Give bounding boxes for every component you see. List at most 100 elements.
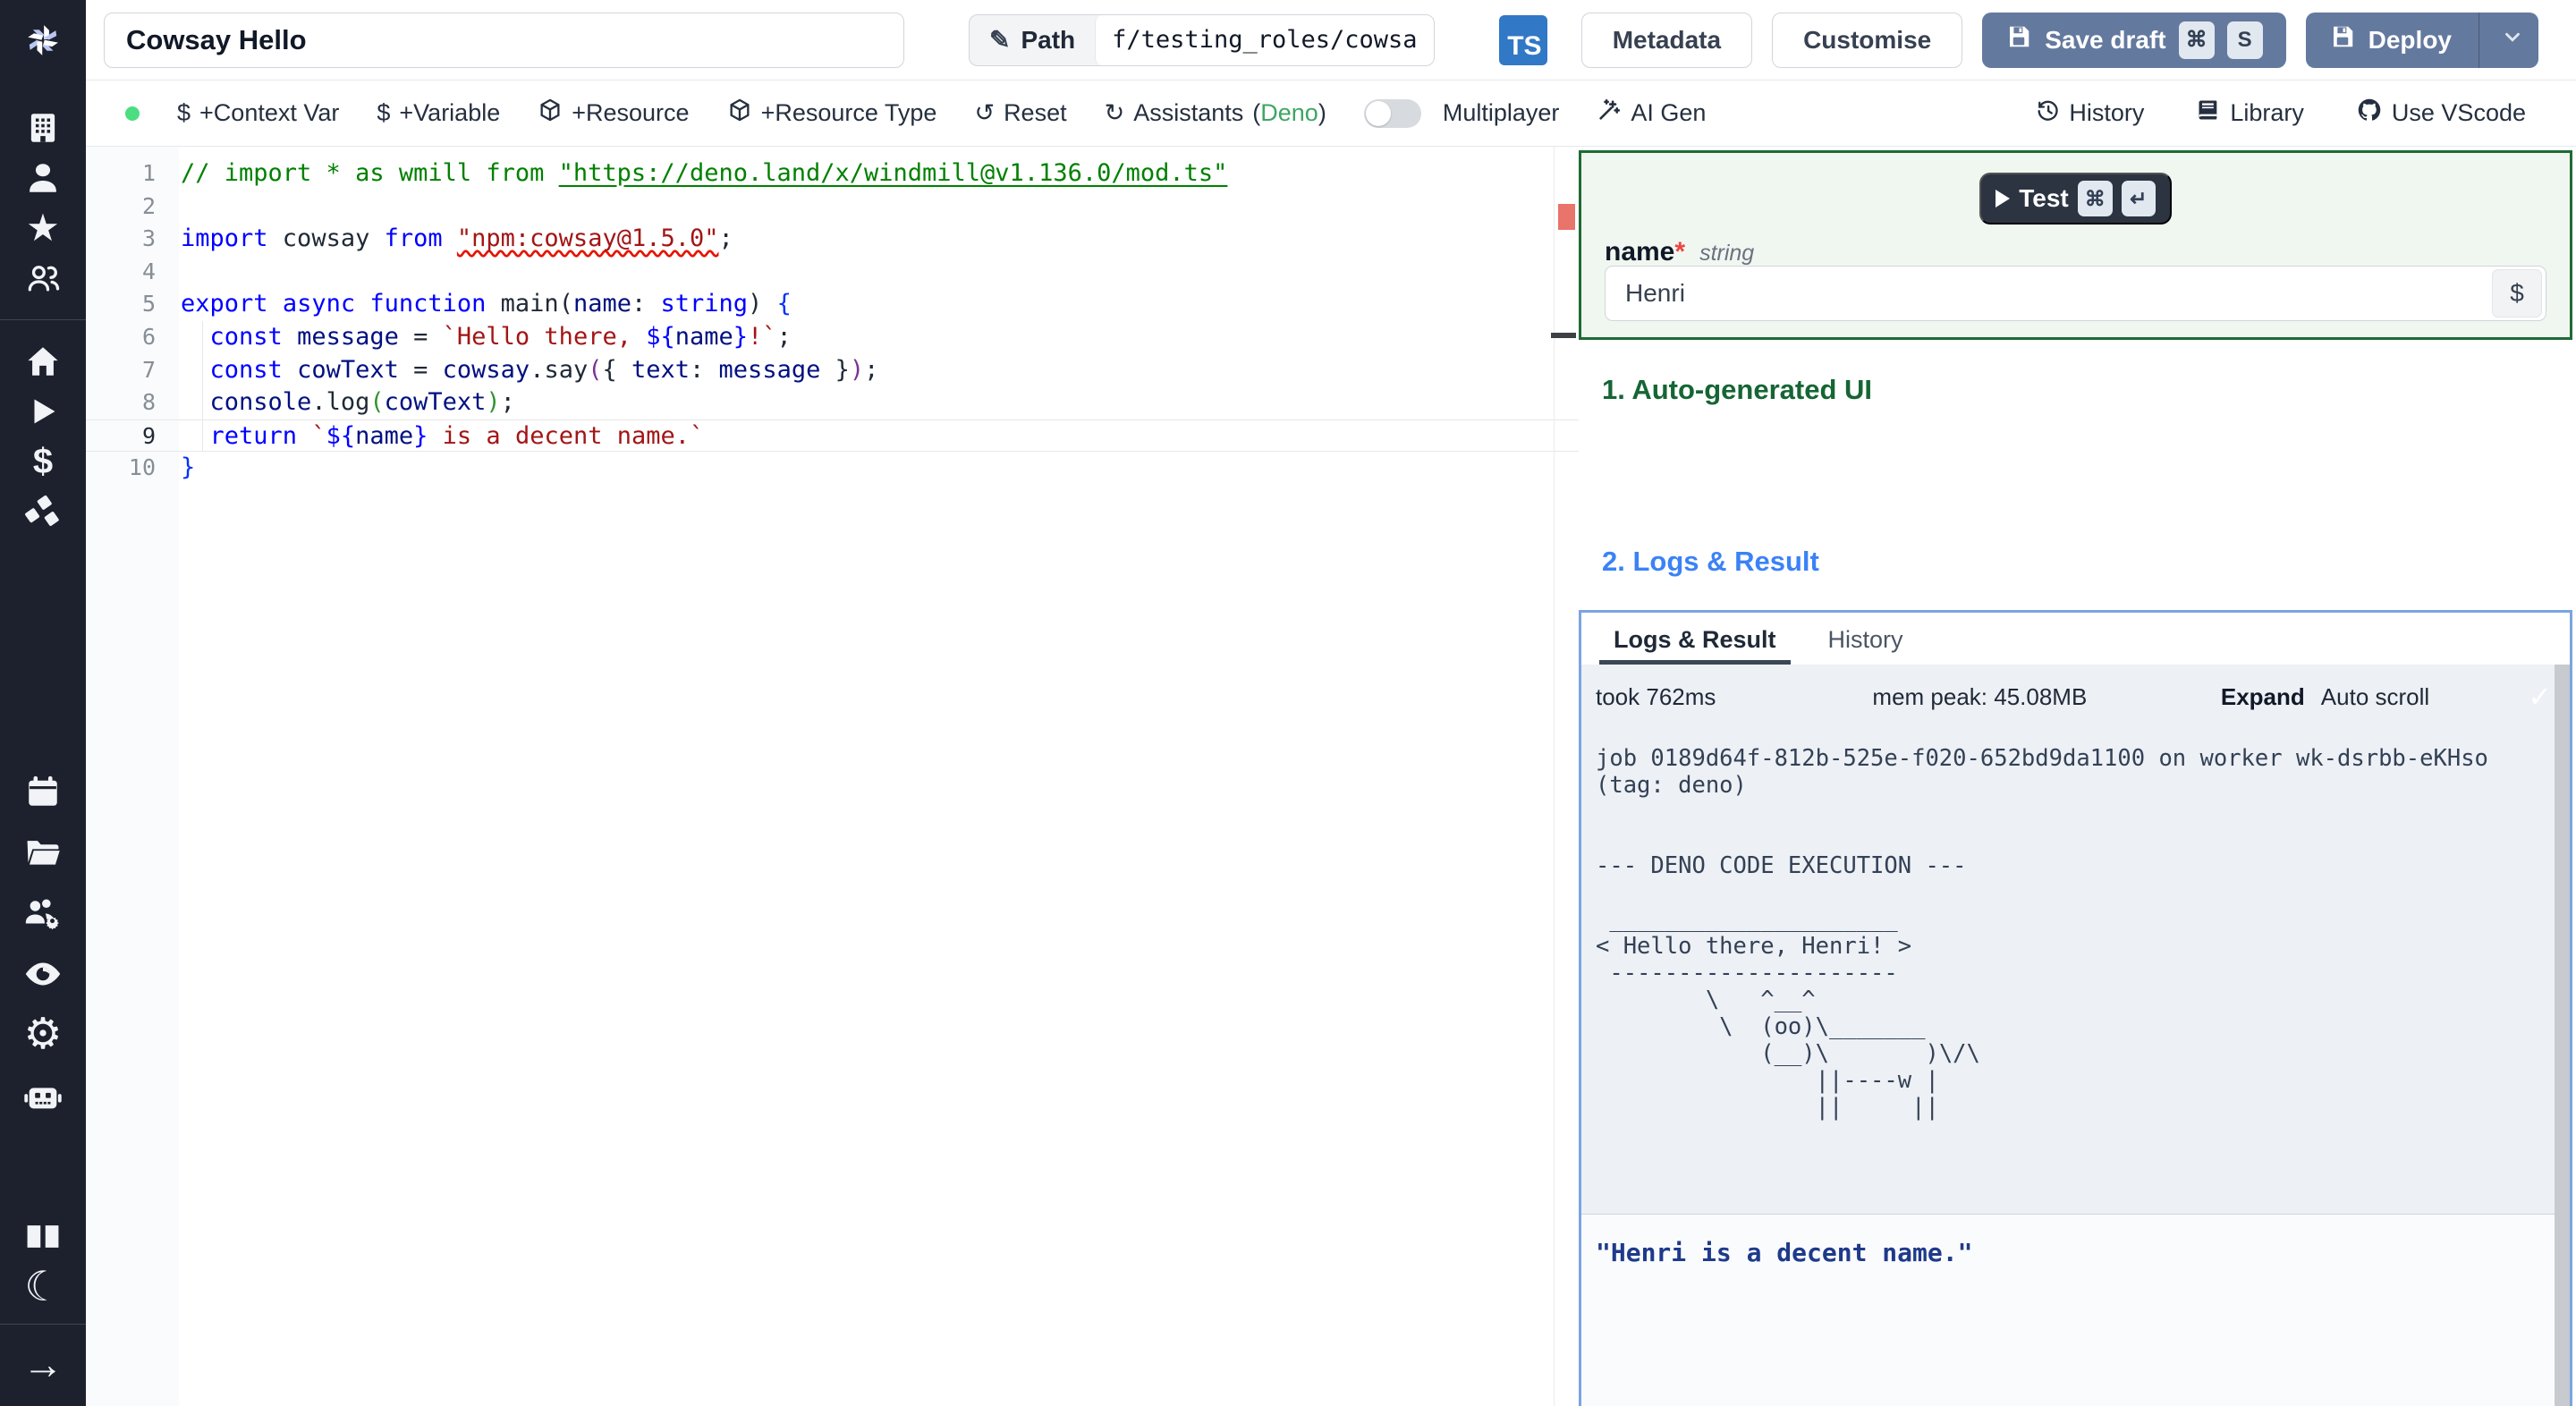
save-draft-button[interactable]: Save draft ⌘ S [1982, 12, 2286, 68]
assistants-button[interactable]: ↻ Assistants (Deno) [1105, 99, 1326, 127]
sidebar-item-folders[interactable] [0, 827, 86, 877]
add-resource-type-label: +Resource Type [760, 99, 937, 126]
multiplayer-toggle-group: Multiplayer [1363, 98, 1559, 128]
github-icon [2356, 97, 2383, 130]
add-variable-button[interactable]: $ +Variable [377, 99, 500, 127]
code-lines: 1// import * as wmill from "https://deno… [86, 157, 1579, 485]
result-area[interactable]: "Henri is a decent name." [1581, 1215, 2570, 1406]
sidebar-item-home[interactable] [0, 336, 86, 386]
sidebar: ★ $ ⚙ ☾ → [0, 0, 86, 1406]
args-form: Test ⌘ ↵ name* string $ [1579, 150, 2572, 340]
code-line[interactable]: 4 [86, 256, 1579, 289]
test-button[interactable]: Test ⌘ ↵ [1979, 173, 2172, 224]
user-icon [24, 159, 62, 197]
sidebar-divider [0, 319, 86, 320]
sidebar-item-variables[interactable]: $ [0, 436, 86, 487]
multiplayer-toggle[interactable] [1363, 98, 1421, 128]
path-button[interactable]: ✎ Path [970, 25, 1095, 55]
sidebar-item-workspace[interactable] [0, 103, 86, 153]
code-line[interactable]: 10} [86, 452, 1579, 485]
code-line[interactable]: 6 const message = `Hello there, ${name}!… [86, 321, 1579, 354]
ai-gen-label: AI Gen [1631, 99, 1707, 126]
book-icon [2196, 97, 2221, 129]
content: 1// import * as wmill from "https://deno… [86, 147, 2576, 1406]
toggle-knob [1365, 100, 1391, 126]
expand-button[interactable]: Expand [2221, 683, 2305, 711]
book-open-icon [23, 1216, 63, 1256]
sidebar-item-settings[interactable]: ⚙ [0, 1010, 86, 1060]
sidebar-item-workers[interactable] [0, 888, 86, 938]
play-icon [26, 394, 60, 428]
save-draft-label: Save draft [2045, 25, 2166, 54]
deploy-button[interactable]: Deploy [2305, 12, 2538, 68]
sidebar-item-schedules[interactable] [0, 767, 86, 817]
assistants-lang-paren: ( [1252, 99, 1261, 126]
add-context-var-button[interactable]: $ +Context Var [177, 99, 339, 127]
reset-button[interactable]: ↺ Reset [974, 99, 1066, 127]
use-vscode-button[interactable]: Use VScode [2356, 97, 2526, 130]
assistants-lang: Deno [1260, 99, 1318, 126]
result-text: "Henri is a decent name." [1596, 1238, 1973, 1267]
tab-logs-result[interactable]: Logs & Result [1599, 626, 1791, 665]
code-line[interactable]: 7 const cowText = cowsay.say({ text: mes… [86, 354, 1579, 387]
eye-icon [22, 953, 64, 995]
name-field-input[interactable] [1606, 279, 2492, 308]
library-button[interactable]: Library [2196, 97, 2304, 129]
s-key: S [2226, 21, 2263, 59]
code-editor[interactable]: 1// import * as wmill from "https://deno… [86, 147, 1579, 1406]
code-line[interactable]: 8 console.log(cowText); [86, 386, 1579, 419]
sidebar-item-theme-toggle[interactable]: ☾ [0, 1261, 86, 1311]
history-button[interactable]: History [2035, 97, 2144, 129]
path-value-input[interactable]: f/testing_roles/cowsa [1095, 14, 1434, 65]
test-label: Test [2019, 184, 2069, 212]
sidebar-expand-button[interactable]: → [0, 1339, 86, 1389]
sidebar-item-ai[interactable] [0, 1071, 86, 1121]
panel-scrollbar[interactable] [2555, 665, 2570, 1406]
customise-button[interactable]: Customise [1772, 12, 1963, 68]
sidebar-item-resources[interactable] [0, 487, 86, 537]
moon-icon: ☾ [24, 1263, 62, 1309]
windmill-logo[interactable] [0, 0, 86, 80]
dollar-icon: $ [177, 99, 191, 126]
code-line[interactable]: 3 import cowsay from "npm:cowsay@1.5.0"; [86, 223, 1579, 256]
metadata-button[interactable]: Metadata [1580, 12, 1753, 68]
log-output[interactable]: job 0189d64f-812b-525e-f020-652bd9da1100… [1596, 745, 2543, 1214]
code-line[interactable]: 9 return `${name} is a decent name.` [86, 419, 1579, 453]
logs-result-panel: Logs & Result History took 762ms mem pea… [1579, 610, 2572, 1406]
robot-icon [22, 1075, 64, 1116]
sidebar-divider [0, 1324, 86, 1325]
building-icon [24, 109, 62, 147]
sidebar-item-user[interactable] [0, 153, 86, 203]
sidebar-item-audit-logs[interactable] [0, 949, 86, 999]
add-resource-button[interactable]: +Resource [538, 97, 690, 129]
add-context-var-label: +Context Var [199, 99, 340, 126]
path-label: Path [1021, 25, 1076, 54]
deploy-label: Deploy [2368, 25, 2452, 54]
users-icon [23, 258, 63, 298]
code-line[interactable]: 2 [86, 191, 1579, 224]
add-resource-label: +Resource [572, 99, 690, 126]
status-dot [125, 106, 140, 121]
play-icon [1996, 190, 2011, 208]
code-line[interactable]: 1// import * as wmill from "https://deno… [86, 157, 1579, 191]
ai-gen-button[interactable]: AI Gen [1597, 97, 1706, 129]
sidebar-item-runs[interactable] [0, 386, 86, 436]
assistants-lang-paren: ) [1318, 99, 1326, 126]
autoscroll-label[interactable]: Auto scroll [2321, 683, 2429, 711]
chevron-down-icon[interactable] [2494, 25, 2531, 55]
floppy-icon [2329, 23, 2356, 56]
undo-icon: ↺ [974, 99, 996, 126]
add-resource-type-button[interactable]: +Resource Type [727, 97, 937, 129]
dollar-icon: $ [32, 442, 54, 481]
sidebar-item-favorites[interactable]: ★ [0, 203, 86, 253]
tab-history[interactable]: History [1814, 626, 1918, 665]
toolbar-right: History Library Use VScode [2035, 97, 2526, 130]
sidebar-item-groups[interactable] [0, 253, 86, 303]
cubes-icon [23, 492, 63, 531]
code-line[interactable]: 5 export async function main(name: string… [86, 288, 1579, 321]
script-title-input[interactable] [104, 12, 904, 68]
sidebar-item-docs[interactable] [0, 1211, 86, 1261]
dollar-icon: $ [377, 99, 391, 126]
use-vscode-label: Use VScode [2391, 99, 2526, 126]
insert-variable-button[interactable]: $ [2492, 269, 2542, 318]
